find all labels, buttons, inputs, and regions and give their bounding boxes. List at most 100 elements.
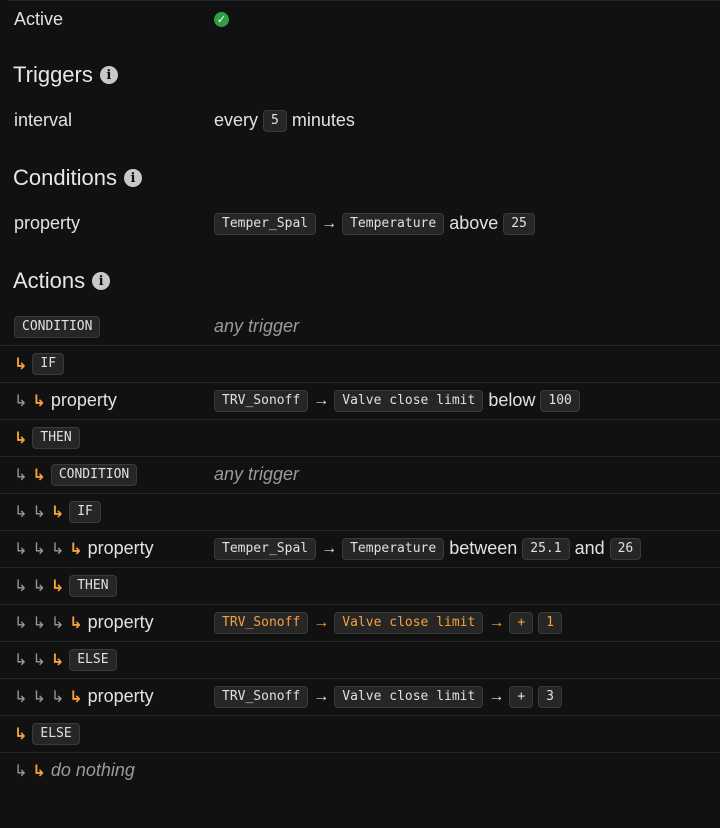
indent-arrow-icon: ↳ [69, 614, 83, 632]
indent-arrow-icon: ↳ [32, 392, 46, 410]
conditions-title: Conditions [13, 165, 117, 190]
value-chip[interactable]: 26 [609, 537, 642, 560]
then-row: ↳ THEN [0, 419, 720, 457]
indent-arrow-icon: ↳ [32, 466, 46, 484]
indent-arrow-icon: ↳ [32, 577, 46, 595]
if-chip[interactable]: IF [69, 500, 101, 523]
nested-then-row: ↳ ↳ ↳ THEN [0, 567, 720, 605]
else-row: ↳ ELSE [0, 715, 720, 753]
active-label: Active [14, 9, 64, 29]
condition-row: property Temper_Spal → Temperature above… [0, 205, 720, 242]
indent-arrow-icon: ↳ [32, 762, 46, 780]
indent-arrow-icon: ↳ [50, 688, 65, 706]
indent-arrow-icon: ↳ [32, 614, 46, 632]
arrow-right-icon: → [321, 214, 338, 232]
property-chip[interactable]: Valve close limit [334, 611, 484, 634]
trigger-every: every [214, 110, 259, 130]
operator-text: below [488, 390, 536, 410]
nested-if-property-row: ↳ ↳ ↳ ↳ property Temper_Spal → Temperatu… [0, 530, 720, 568]
arrow-right-icon: → [321, 539, 338, 557]
do-nothing-row: ↳ ↳ do nothing [0, 752, 720, 789]
actions-heading: Actions i [13, 268, 111, 294]
property-label: property [87, 538, 154, 558]
arrow-right-icon: → [488, 687, 505, 705]
nested-else-row: ↳ ↳ ↳ ELSE [0, 641, 720, 679]
value-chip[interactable]: 25.1 [522, 537, 570, 560]
conditions-heading: Conditions i [13, 165, 142, 191]
check-circle-icon[interactable]: ✓ [214, 12, 229, 27]
device-chip[interactable]: Temper_Spal [214, 537, 317, 560]
operator-chip[interactable]: + [509, 685, 534, 708]
operator-text: above [449, 213, 499, 233]
do-nothing-text: do nothing [50, 760, 135, 780]
operator-chip[interactable]: + [509, 611, 534, 634]
indent-arrow-icon: ↳ [69, 688, 83, 706]
property-chip[interactable]: Temperature [342, 537, 445, 560]
property-chip[interactable]: Temperature [342, 212, 445, 235]
property-chip[interactable]: Valve close limit [334, 685, 484, 708]
arrow-right-icon: → [488, 613, 505, 631]
indent-arrow-icon: ↳ [32, 651, 46, 669]
indent-arrow-icon: ↳ [14, 466, 28, 484]
indent-arrow-icon: ↳ [50, 614, 65, 632]
indent-arrow-icon: ↳ [14, 503, 28, 521]
indent-arrow-icon: ↳ [50, 503, 65, 521]
trigger-row: interval every 5 minutes [0, 102, 720, 139]
indent-arrow-icon: ↳ [50, 540, 65, 558]
arrow-right-icon: → [313, 391, 330, 409]
value-chip[interactable]: 1 [538, 611, 562, 634]
value-chip[interactable]: 25 [503, 212, 535, 235]
indent-arrow-icon: ↳ [32, 688, 46, 706]
property-label: property [87, 686, 154, 706]
nested-if-row: ↳ ↳ ↳ IF [0, 493, 720, 531]
value-chip[interactable]: 3 [538, 685, 562, 708]
indent-arrow-icon: ↳ [32, 540, 46, 558]
info-icon[interactable]: i [99, 66, 118, 84]
indent-arrow-icon: ↳ [14, 392, 28, 410]
then-chip[interactable]: THEN [32, 426, 80, 449]
then-chip[interactable]: THEN [69, 574, 117, 597]
indent-arrow-icon: ↳ [69, 540, 83, 558]
if-row: ↳ IF [0, 345, 720, 383]
active-row: Active ✓ [0, 1, 720, 38]
indent-arrow-icon: ↳ [14, 577, 28, 595]
device-chip[interactable]: TRV_Sonoff [214, 611, 309, 634]
indent-arrow-icon: ↳ [14, 762, 28, 780]
device-chip[interactable]: TRV_Sonoff [214, 685, 309, 708]
operator-text: between [449, 538, 518, 558]
and-text: and [574, 538, 605, 558]
nested-then-property-row: ↳ ↳ ↳ ↳ property TRV_Sonoff → Valve clos… [0, 604, 720, 642]
if-chip[interactable]: IF [32, 352, 65, 375]
indent-arrow-icon: ↳ [14, 688, 28, 706]
nested-condition-row: ↳ ↳ CONDITION any trigger [0, 456, 720, 494]
indent-arrow-icon: ↳ [14, 651, 28, 669]
arrow-right-icon: → [313, 613, 330, 631]
info-icon[interactable]: i [92, 272, 111, 290]
action-condition-row: CONDITION any trigger [0, 308, 720, 346]
condition-chip[interactable]: CONDITION [50, 463, 138, 486]
info-icon[interactable]: i [123, 169, 142, 187]
indent-arrow-icon: ↳ [14, 429, 28, 447]
triggers-heading: Triggers i [13, 62, 118, 88]
else-chip[interactable]: ELSE [69, 648, 117, 671]
indent-arrow-icon: ↳ [14, 355, 28, 373]
actions-title: Actions [13, 268, 86, 293]
else-chip[interactable]: ELSE [32, 722, 80, 745]
property-chip[interactable]: Valve close limit [334, 389, 484, 412]
any-trigger-text: any trigger [214, 464, 300, 484]
value-chip[interactable]: 100 [540, 389, 580, 412]
interval-value-chip[interactable]: 5 [263, 109, 287, 132]
trigger-unit: minutes [291, 110, 355, 130]
indent-arrow-icon: ↳ [50, 577, 65, 595]
indent-arrow-icon: ↳ [14, 614, 28, 632]
device-chip[interactable]: TRV_Sonoff [214, 389, 309, 412]
if-property-row: ↳ ↳ property TRV_Sonoff → Valve close li… [0, 382, 720, 420]
property-label: property [87, 612, 154, 632]
condition-type: property [14, 213, 81, 233]
triggers-title: Triggers [13, 62, 93, 87]
indent-arrow-icon: ↳ [50, 651, 65, 669]
device-chip[interactable]: Temper_Spal [214, 212, 317, 235]
condition-chip[interactable]: CONDITION [14, 315, 101, 338]
property-label: property [50, 390, 117, 410]
indent-arrow-icon: ↳ [14, 725, 28, 743]
